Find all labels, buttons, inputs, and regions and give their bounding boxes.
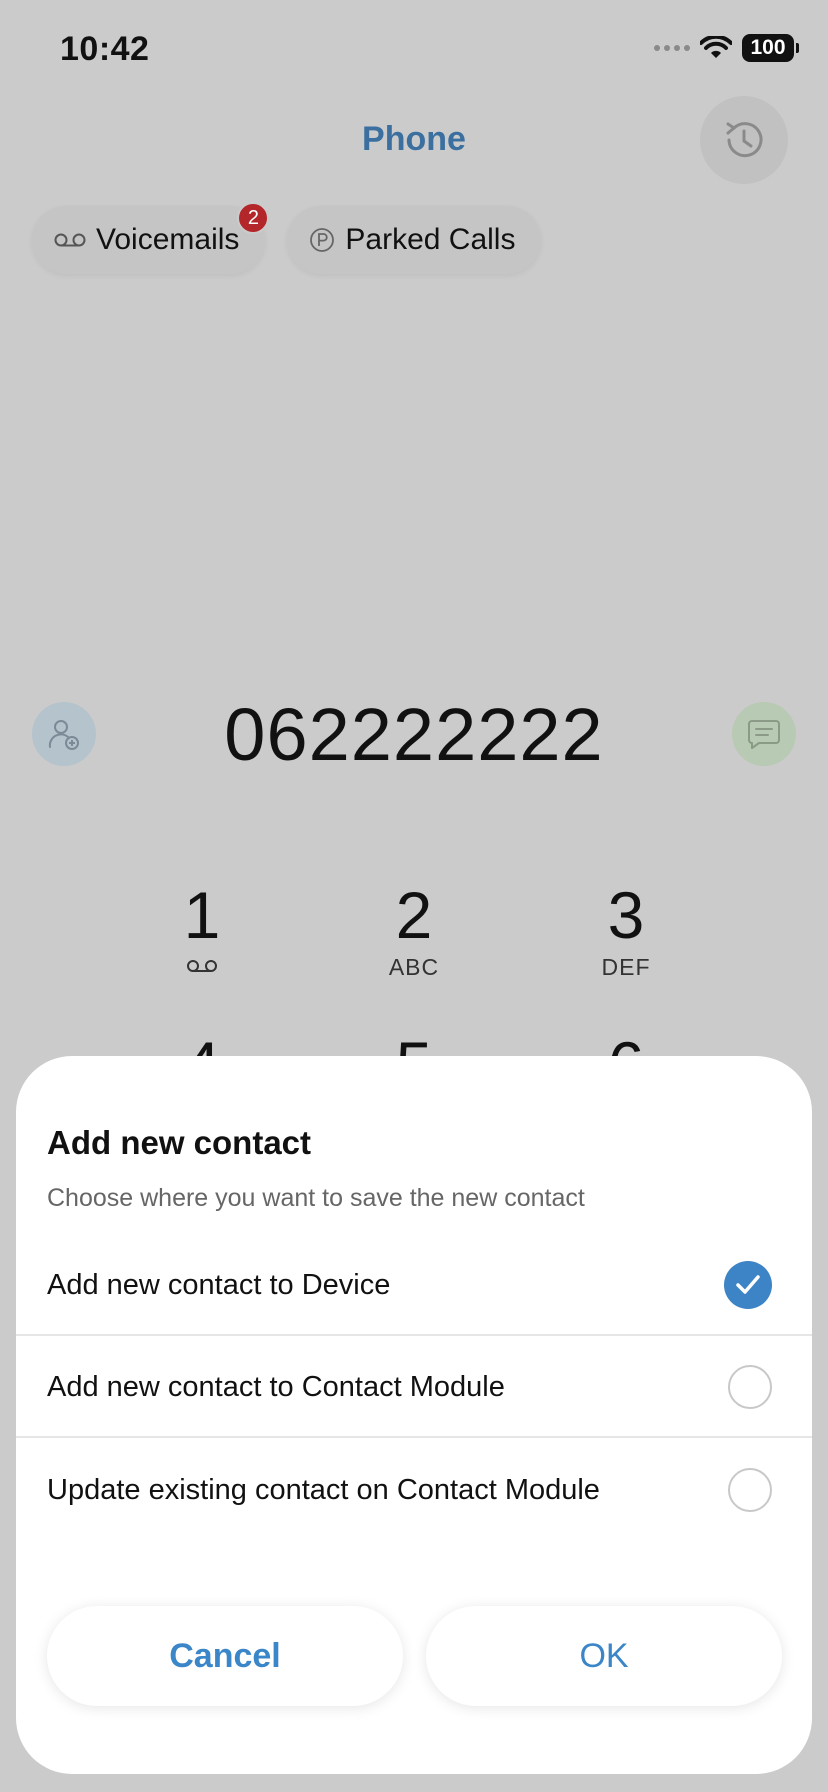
quick-chips: Voicemails 2 Parked Calls [32, 202, 542, 274]
parked-calls-label: Parked Calls [345, 223, 516, 256]
voicemail-icon [187, 960, 217, 972]
voicemail-count-badge: 2 [237, 202, 270, 234]
battery-level: 100 [750, 36, 786, 59]
voicemails-label: Voicemails [96, 223, 240, 256]
send-message-button[interactable] [732, 702, 796, 766]
battery-icon: 100 [742, 34, 799, 62]
status-indicators: 100 [654, 34, 799, 62]
key-digit: 1 [183, 878, 221, 952]
option-contact-module[interactable]: Add new contact to Contact Module [16, 1338, 812, 1438]
key-letters: DEF [601, 954, 651, 980]
key-digit: 3 [607, 878, 645, 952]
ok-button[interactable]: OK [426, 1606, 782, 1706]
option-label: Add new contact to Contact Module [47, 1370, 505, 1403]
key-digit: 2 [395, 878, 433, 952]
keypad-key-1[interactable]: 1 [122, 880, 282, 974]
radio-checked[interactable] [724, 1261, 772, 1309]
keypad-key-3[interactable]: 3 DEF [546, 880, 706, 980]
signal-icon [654, 45, 690, 51]
option-label: Add new contact to Device [47, 1268, 391, 1301]
checkmark-icon [736, 1275, 760, 1294]
parked-calls-chip[interactable]: Parked Calls [287, 206, 542, 274]
phone-screen: 10:42 100 Phone Voicemails 2 Parked Call… [0, 0, 828, 1792]
key-letters: ABC [388, 954, 440, 980]
radio-unchecked[interactable] [728, 1468, 772, 1512]
sheet-title: Add new contact [47, 1124, 312, 1161]
cancel-button[interactable]: Cancel [47, 1606, 403, 1706]
call-history-button[interactable] [700, 96, 788, 184]
option-update-existing[interactable]: Update existing contact on Contact Modul… [16, 1440, 812, 1540]
voicemails-chip[interactable]: Voicemails 2 [32, 202, 270, 274]
option-label: Update existing contact on Contact Modul… [47, 1473, 600, 1506]
keypad-key-2[interactable]: 2 ABC [334, 880, 494, 980]
wifi-icon [700, 36, 732, 60]
dialed-number: 062222222 [224, 693, 604, 776]
radio-unchecked[interactable] [728, 1365, 772, 1409]
parked-icon [309, 227, 335, 253]
message-icon [748, 720, 780, 749]
add-contact-sheet: Add new contact Choose where you want to… [16, 1056, 812, 1774]
voicemail-icon [54, 231, 86, 249]
sheet-subtitle: Choose where you want to save the new co… [47, 1184, 585, 1212]
history-icon [726, 122, 763, 158]
status-time: 10:42 [60, 30, 150, 68]
option-device[interactable]: Add new contact to Device [16, 1236, 812, 1336]
